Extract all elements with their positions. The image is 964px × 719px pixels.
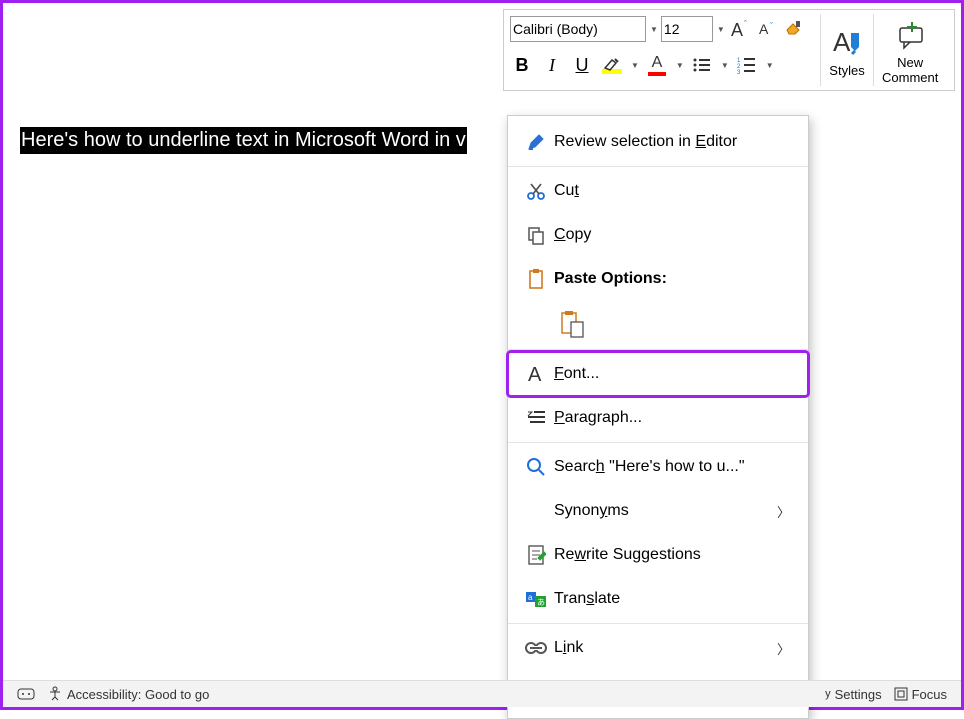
font-a-icon: A: [518, 363, 554, 385]
predictions-icon: [17, 686, 35, 702]
font-name-combo[interactable]: [510, 16, 646, 42]
menu-font-label: Font...: [554, 365, 790, 383]
svg-text:ˆ: ˆ: [744, 19, 747, 29]
svg-text:A: A: [759, 21, 769, 37]
display-settings-button[interactable]: y Settings: [819, 687, 887, 702]
menu-cut[interactable]: Cut: [508, 169, 808, 213]
copy-icon: [518, 225, 554, 245]
bullets-button[interactable]: [690, 52, 714, 78]
translate-icon: aあ: [518, 589, 554, 609]
rewrite-icon: [518, 544, 554, 566]
font-size-combo[interactable]: [661, 16, 713, 42]
svg-text:あ: あ: [537, 598, 545, 607]
menu-paragraph-label: Paragraph...: [554, 409, 790, 427]
svg-text:a: a: [528, 593, 533, 602]
menu-review-in-editor[interactable]: Review selection in Editor: [508, 120, 808, 164]
accessibility-label: Accessibility: Good to go: [67, 687, 209, 702]
text-predictions-button[interactable]: [11, 686, 41, 702]
size-dropdown-icon[interactable]: ▼: [717, 25, 725, 34]
new-comment-icon: [894, 15, 926, 55]
settings-label: Settings: [835, 687, 882, 702]
mini-toolbar: ▼ ▼ Aˆ Aˇ B I U ▼ A: [503, 9, 955, 91]
focus-icon: [894, 687, 908, 701]
context-menu: Review selection in Editor Cut Copy Past…: [507, 115, 809, 719]
menu-copy[interactable]: Copy: [508, 213, 808, 257]
display-char-icon: y: [825, 688, 831, 700]
menu-synonyms[interactable]: Synonyms 〉: [508, 489, 808, 533]
numbering-dropdown-icon[interactable]: ▼: [766, 61, 774, 70]
shrink-font-button[interactable]: Aˇ: [755, 16, 779, 42]
selected-text[interactable]: Here's how to underline text in Microsof…: [20, 127, 467, 154]
svg-text:ˇ: ˇ: [770, 21, 773, 31]
status-bar: Accessibility: Good to go y Settings Foc…: [3, 680, 961, 707]
menu-paragraph[interactable]: Paragraph...: [508, 396, 808, 440]
accessibility-status[interactable]: Accessibility: Good to go: [41, 686, 215, 702]
menu-rewrite-label: Rewrite Suggestions: [554, 546, 790, 564]
chevron-right-icon: 〉: [777, 502, 790, 521]
paragraph-icon: [518, 409, 554, 427]
menu-font[interactable]: A Font...: [508, 352, 808, 396]
menu-link[interactable]: Link 〉: [508, 626, 808, 670]
format-painter-button[interactable]: [782, 16, 806, 42]
clipboard-icon: [518, 268, 554, 290]
underline-button[interactable]: U: [570, 52, 594, 78]
link-icon: [518, 641, 554, 655]
menu-rewrite-suggestions[interactable]: Rewrite Suggestions: [508, 533, 808, 577]
menu-paste-options-header: Paste Options:: [508, 257, 808, 301]
svg-text:A: A: [528, 364, 542, 385]
numbering-button[interactable]: 123: [735, 52, 759, 78]
new-comment-button[interactable]: New Comment: [874, 10, 946, 90]
new-comment-line1: New: [897, 55, 923, 70]
paste-options-row: [508, 301, 808, 347]
menu-search[interactable]: Search "Here's how to u...": [508, 445, 808, 489]
highlight-dropdown-icon[interactable]: ▼: [631, 61, 639, 70]
accessibility-icon: [47, 686, 63, 702]
font-dropdown-icon[interactable]: ▼: [650, 25, 658, 34]
focus-label: Focus: [912, 687, 947, 702]
menu-copy-label: Copy: [554, 226, 790, 244]
styles-label: Styles: [829, 63, 864, 78]
font-color-button[interactable]: A: [645, 52, 669, 78]
italic-button[interactable]: I: [540, 52, 564, 78]
font-color-dropdown-icon[interactable]: ▼: [676, 61, 684, 70]
menu-synonyms-label: Synonyms: [554, 502, 777, 520]
svg-text:A: A: [833, 27, 851, 57]
svg-text:A: A: [731, 20, 743, 40]
bold-button[interactable]: B: [510, 52, 534, 78]
menu-review-label: Review selection in Editor: [554, 133, 790, 151]
svg-text:3: 3: [737, 70, 741, 74]
menu-search-label: Search "Here's how to u...": [554, 458, 790, 476]
new-comment-line2: Comment: [882, 70, 938, 85]
bullets-dropdown-icon[interactable]: ▼: [721, 61, 729, 70]
paste-keep-source-button[interactable]: [554, 306, 590, 342]
grow-font-button[interactable]: Aˆ: [728, 16, 752, 42]
highlight-color-button[interactable]: [600, 52, 624, 78]
formatting-group: ▼ ▼ Aˆ Aˇ B I U ▼ A: [504, 10, 820, 90]
focus-button[interactable]: Focus: [888, 687, 953, 702]
styles-button[interactable]: A Styles: [821, 10, 873, 90]
styles-icon: A: [829, 23, 865, 63]
menu-cut-label: Cut: [554, 182, 790, 200]
menu-translate[interactable]: aあ Translate: [508, 577, 808, 621]
editor-pen-icon: [518, 131, 554, 153]
scissors-icon: [518, 181, 554, 201]
menu-link-label: Link: [554, 639, 777, 657]
menu-translate-label: Translate: [554, 590, 790, 608]
search-icon: [518, 457, 554, 477]
chevron-right-icon: 〉: [777, 639, 790, 658]
menu-paste-label: Paste Options:: [554, 270, 790, 288]
